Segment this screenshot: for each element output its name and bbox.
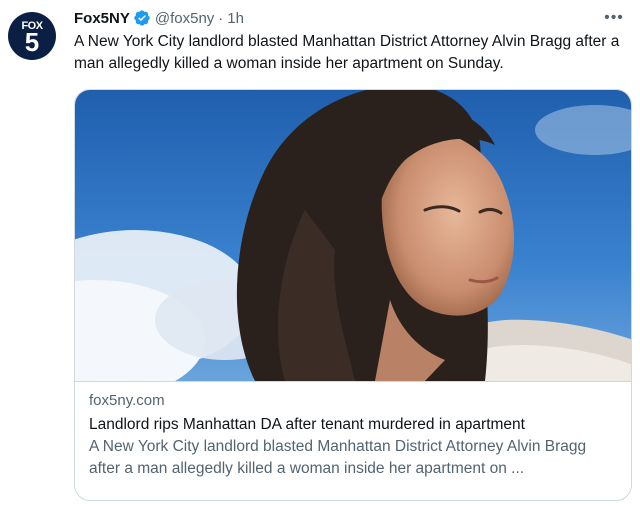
tweet-header: Fox5NY @fox5ny · 1h: [74, 8, 244, 28]
avatar[interactable]: FOX 5: [8, 12, 56, 60]
more-options-icon[interactable]: •••: [602, 6, 626, 30]
account-name[interactable]: Fox5NY: [74, 10, 130, 27]
card-description: A New York City landlord blasted Manhatt…: [89, 438, 587, 477]
tweet-timestamp[interactable]: 1h: [227, 10, 244, 27]
avatar-five-text: 5: [24, 27, 40, 57]
tweet-text: A New York City landlord blasted Manhatt…: [74, 33, 620, 72]
verified-badge-icon: [133, 9, 151, 27]
card-image[interactable]: [75, 90, 631, 382]
separator-dot: ·: [218, 9, 224, 27]
account-handle[interactable]: @fox5ny: [155, 10, 214, 27]
card-title: Landlord rips Manhattan DA after tenant …: [89, 416, 525, 433]
card-domain: fox5ny.com: [89, 392, 165, 409]
link-card[interactable]: fox5ny.com Landlord rips Manhattan DA af…: [74, 89, 632, 501]
